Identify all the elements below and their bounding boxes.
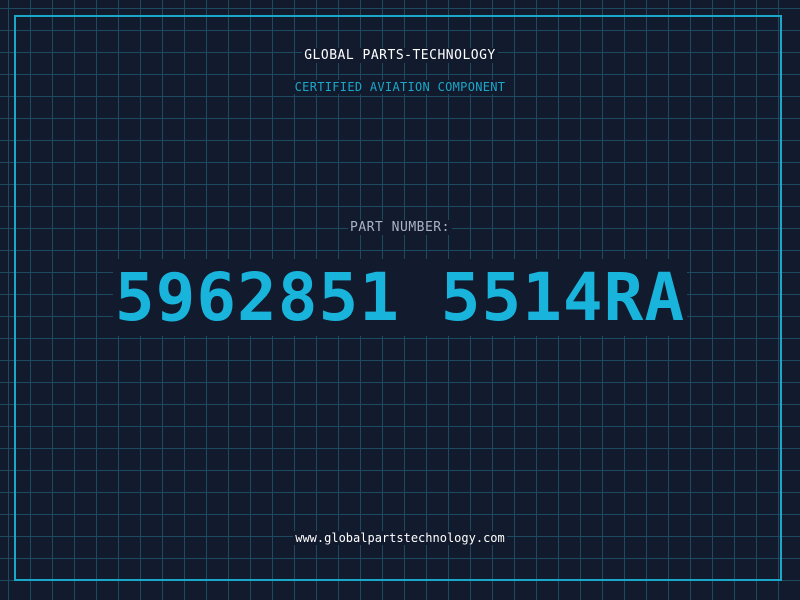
tagline: CERTIFIED AVIATION COMPONENT bbox=[0, 80, 800, 94]
part-number-value: 5962851 5514RA bbox=[112, 259, 688, 336]
part-number-label: PART NUMBER: bbox=[0, 220, 800, 235]
website-url: www.globalpartstechnology.com bbox=[0, 531, 800, 545]
part-number: 5962851 5514RA bbox=[0, 259, 800, 336]
website-url-text: www.globalpartstechnology.com bbox=[293, 531, 507, 545]
company-name-text: GLOBAL PARTS-TECHNOLOGY bbox=[302, 48, 498, 63]
label-canvas: GLOBAL PARTS-TECHNOLOGY CERTIFIED AVIATI… bbox=[0, 0, 800, 600]
tagline-text: CERTIFIED AVIATION COMPONENT bbox=[292, 80, 508, 94]
company-name: GLOBAL PARTS-TECHNOLOGY bbox=[0, 48, 800, 63]
part-number-label-text: PART NUMBER: bbox=[348, 220, 452, 235]
